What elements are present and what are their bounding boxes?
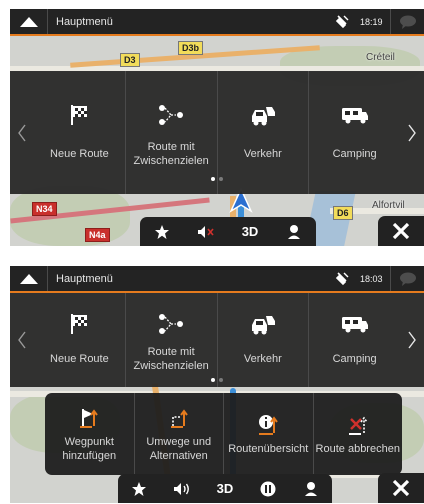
page-dot [219,177,223,181]
menu-tile-camping[interactable]: Camping [309,293,400,387]
caret-up-icon [19,16,38,27]
view-mode-button[interactable]: 3D [228,217,272,246]
page-indicator [10,378,424,382]
prev-page-button[interactable] [10,293,34,387]
bottom-toolbar: 3D [140,217,316,246]
close-icon [392,222,410,240]
menu-tile-camping[interactable]: Camping [309,71,400,194]
mute-button[interactable] [184,217,228,246]
menu-tile-label: Route mit Zwischenzielen [133,346,209,372]
star-icon [155,224,169,239]
detour-icon [169,405,189,431]
prev-page-button[interactable] [10,71,34,194]
route-options-panel: Wegpunkt hinzufügen Umwege und Alternati… [45,393,402,475]
top-bar: Hauptmenü 18:03 [10,266,424,293]
route-tile-label: Wegpunkt hinzufügen [62,436,117,462]
chevron-left-icon [18,331,26,349]
next-page-button[interactable] [400,71,424,194]
gps-status-icon [332,14,352,30]
favorites-button[interactable] [118,474,161,503]
traffic-icon [250,311,276,337]
menu-tile-multi-route[interactable]: Route mit Zwischenzielen [126,293,218,387]
menu-tile-traffic[interactable]: Verkehr [218,71,310,194]
chevron-right-icon [408,124,416,141]
navigation-screen-route-menu: Hauptmenü 18:03 Neue Route Route mit Zwi… [10,266,424,503]
route-tile-add-waypoint[interactable]: Wegpunkt hinzufügen [45,393,135,475]
clock: 18:19 [360,16,383,27]
route-tile-label: Umwege und Alternativen [146,436,212,462]
route-tile-label: Routenübersicht [228,443,309,455]
camper-icon [341,102,369,128]
profile-button[interactable] [272,217,316,246]
main-menu-panel: Neue Route Route mit Zwischenzielen Verk… [10,71,424,194]
route-tile-overview[interactable]: Routenübersicht [224,393,314,475]
menu-toggle-button[interactable] [10,9,48,34]
profile-button[interactable] [289,474,332,503]
close-button[interactable] [378,216,424,246]
road-label-d3b: D3b [178,41,204,55]
menu-tile-multi-route[interactable]: Route mit Zwischenzielen [126,71,218,194]
menu-tile-new-route[interactable]: Neue Route [34,71,126,194]
page-dot [219,378,223,382]
route-info-icon [257,412,279,438]
chevron-right-icon [408,331,416,349]
menu-tile-label: Camping [332,353,377,365]
city-label-alfortville: Alfortvil [372,200,405,211]
route-waypoints-icon [158,311,184,337]
checkered-flag-icon [69,311,89,337]
camper-icon [341,311,369,337]
road-label-n34: N34 [32,202,57,216]
page-title: Hauptmenü [56,272,113,285]
menu-tile-label: Camping [332,147,377,160]
page-indicator [10,177,424,181]
checkered-flag-icon [69,102,89,128]
route-tile-cancel[interactable]: Route abbrechen [314,393,403,475]
page-dot-active [211,177,215,181]
star-icon [132,481,147,496]
close-button[interactable] [378,473,424,503]
message-icon[interactable] [390,9,424,34]
route-tile-label: Route abbrechen [315,443,400,455]
sound-button[interactable] [161,474,204,503]
menu-tile-new-route[interactable]: Neue Route [34,293,126,387]
menu-tile-label: Verkehr [243,147,282,160]
gps-status-icon [332,271,352,287]
road-label-n4a: N4a [85,228,110,242]
route-tile-detours[interactable]: Umwege und Alternativen [135,393,224,475]
view-mode-button[interactable]: 3D [204,474,247,503]
speaker-icon [174,482,190,495]
traffic-icon [250,102,276,128]
chevron-left-icon [18,124,26,141]
menu-tile-label: Neue Route [50,353,109,365]
page-dot-active [211,378,215,382]
road-label-d3: D3 [120,53,140,67]
menu-tile-label: Neue Route [50,147,109,160]
top-bar: Hauptmenü 18:19 [10,9,424,36]
bottom-toolbar: 3D [118,474,332,503]
next-page-button[interactable] [400,293,424,387]
message-icon[interactable] [390,266,424,291]
close-icon [392,479,410,497]
pause-button[interactable] [246,474,289,503]
cancel-route-icon [347,412,369,438]
road-label-d6: D6 [333,206,353,220]
speaker-muted-icon [198,225,214,238]
clock: 18:03 [360,273,383,284]
main-menu-panel: Neue Route Route mit Zwischenzielen Verk… [10,293,424,387]
user-icon [288,224,300,239]
menu-toggle-button[interactable] [10,266,48,291]
caret-up-icon [19,273,38,284]
menu-tile-label: Route mit Zwischenzielen [133,140,209,167]
city-label-creteil: Créteil [366,52,395,63]
menu-tile-traffic[interactable]: Verkehr [218,293,310,387]
favorites-button[interactable] [140,217,184,246]
route-waypoints-icon [158,102,184,128]
pause-icon [260,481,276,496]
user-icon [304,481,317,496]
page-title: Hauptmenü [56,15,113,28]
add-waypoint-icon [79,405,99,431]
menu-tile-label: Verkehr [243,353,282,365]
navigation-screen-main-menu: D3 D3b Créteil N34 N4a D6 Alfortvil Haup… [10,9,424,246]
